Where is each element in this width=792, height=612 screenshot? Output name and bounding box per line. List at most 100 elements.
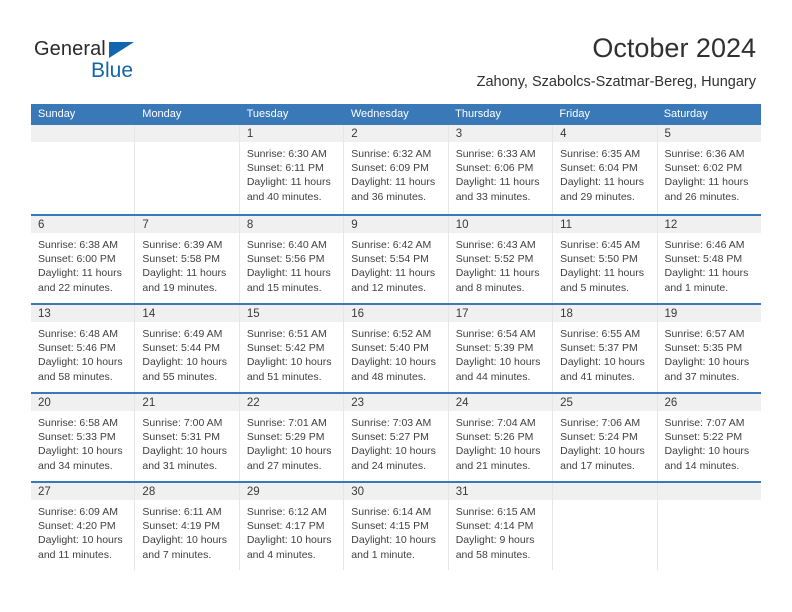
day-cell[interactable]: 14 Sunrise: 6:49 AM Sunset: 5:44 PM Dayligh… <box>135 305 240 392</box>
day-cell[interactable]: 1 Sunrise: 6:30 AM Sunset: 6:11 PM Daylight… <box>239 125 345 214</box>
weekday-header-row: Sunday Monday Tuesday Wednesday Thursday… <box>31 104 761 125</box>
daylight-text: Daylight: 10 hours and 34 minutes. <box>38 445 123 472</box>
day-number: 23 <box>344 394 448 411</box>
daylight-text: Daylight: 10 hours and 31 minutes. <box>142 445 228 472</box>
daylight-text: Daylight: 11 hours and 8 minutes. <box>455 267 540 294</box>
daylight-text: Daylight: 10 hours and 21 minutes. <box>455 445 541 472</box>
weekday-tuesday: Tuesday <box>246 108 289 120</box>
day-cell[interactable]: 19 Sunrise: 6:57 AM Sunset: 5:35 PM Dayligh… <box>657 305 761 392</box>
sunset-text: Sunset: 5:35 PM <box>664 342 743 355</box>
day-cell[interactable]: 31 Sunrise: 6:15 AM Sunset: 4:14 PM Dayligh… <box>448 483 554 570</box>
day-info: Sunrise: 7:00 AM Sunset: 5:31 PM Daylight:… <box>135 411 238 473</box>
daylight-text: Daylight: 10 hours and 41 minutes. <box>560 356 645 383</box>
sunset-text: Sunset: 5:58 PM <box>142 253 221 266</box>
sunset-text: Sunset: 4:20 PM <box>38 520 116 533</box>
day-cell[interactable]: 6 Sunrise: 6:38 AM Sunset: 6:00 PM Daylight… <box>31 216 136 303</box>
day-cell-empty <box>553 483 658 570</box>
sunrise-text: Sunrise: 6:30 AM <box>246 148 327 160</box>
day-cell[interactable]: 26 Sunrise: 7:07 AM Sunset: 5:22 PM Dayligh… <box>657 394 761 481</box>
day-cell[interactable]: 11 Sunrise: 6:45 AM Sunset: 5:50 PM Dayligh… <box>553 216 658 303</box>
sunrise-text: Sunrise: 6:39 AM <box>142 239 223 251</box>
day-number: 2 <box>344 125 448 142</box>
logo-text-blue: Blue <box>91 59 134 82</box>
day-cell[interactable]: 2 Sunrise: 6:32 AM Sunset: 6:09 PM Daylight… <box>344 125 449 214</box>
sunset-text: Sunset: 5:48 PM <box>664 253 743 266</box>
day-cell[interactable]: 8 Sunrise: 6:40 AM Sunset: 5:56 PM Daylight… <box>239 216 345 303</box>
daylight-text: Daylight: 10 hours and 4 minutes. <box>246 534 332 561</box>
day-info: Sunrise: 7:06 AM Sunset: 5:24 PM Daylight:… <box>553 411 656 473</box>
day-cell[interactable]: 13 Sunrise: 6:48 AM Sunset: 5:46 PM Dayligh… <box>31 305 136 392</box>
day-number: 13 <box>31 305 135 322</box>
sunset-text: Sunset: 5:37 PM <box>560 342 638 355</box>
day-cell[interactable]: 29 Sunrise: 6:12 AM Sunset: 4:17 PM Dayligh… <box>239 483 345 570</box>
day-cell[interactable]: 3 Sunrise: 6:33 AM Sunset: 6:06 PM Daylight… <box>448 125 554 214</box>
day-cell[interactable]: 22 Sunrise: 7:01 AM Sunset: 5:29 PM Dayligh… <box>239 394 345 481</box>
sunrise-text: Sunrise: 6:55 AM <box>560 328 641 340</box>
day-info: Sunrise: 6:58 AM Sunset: 5:33 PM Daylight:… <box>31 411 134 473</box>
day-number <box>31 125 135 142</box>
day-number: 6 <box>31 216 135 233</box>
day-info: Sunrise: 6:32 AM Sunset: 6:09 PM Daylight:… <box>344 142 447 204</box>
sunrise-text: Sunrise: 6:58 AM <box>38 417 118 429</box>
daylight-text: Daylight: 10 hours and 24 minutes. <box>351 445 436 472</box>
sunset-text: Sunset: 5:40 PM <box>351 342 429 355</box>
calendar-grid: Sunday Monday Tuesday Wednesday Thursday… <box>31 104 761 570</box>
week-row: 6 Sunrise: 6:38 AM Sunset: 6:00 PM Daylight… <box>31 214 761 303</box>
day-cell[interactable]: 17 Sunrise: 6:54 AM Sunset: 5:39 PM Dayligh… <box>448 305 554 392</box>
day-info: Sunrise: 6:30 AM Sunset: 6:11 PM Daylight:… <box>240 142 343 204</box>
day-cell[interactable]: 21 Sunrise: 7:00 AM Sunset: 5:31 PM Dayligh… <box>135 394 240 481</box>
day-cell[interactable]: 16 Sunrise: 6:52 AM Sunset: 5:40 PM Dayligh… <box>344 305 449 392</box>
day-number: 1 <box>239 125 344 142</box>
sunset-text: Sunset: 5:22 PM <box>664 431 743 444</box>
day-cell[interactable]: 5 Sunrise: 6:36 AM Sunset: 6:02 PM Daylight… <box>657 125 761 214</box>
sunset-text: Sunset: 6:00 PM <box>38 253 116 266</box>
sunrise-text: Sunrise: 6:11 AM <box>142 506 222 518</box>
day-cell[interactable]: 15 Sunrise: 6:51 AM Sunset: 5:42 PM Dayligh… <box>239 305 345 392</box>
day-cell[interactable]: 24 Sunrise: 7:04 AM Sunset: 5:26 PM Dayligh… <box>448 394 554 481</box>
daylight-text: Daylight: 10 hours and 17 minutes. <box>560 445 645 472</box>
day-cell[interactable]: 12 Sunrise: 6:46 AM Sunset: 5:48 PM Dayligh… <box>657 216 761 303</box>
day-cell[interactable]: 28 Sunrise: 6:11 AM Sunset: 4:19 PM Dayligh… <box>135 483 240 570</box>
day-cell[interactable]: 7 Sunrise: 6:39 AM Sunset: 5:58 PM Daylight… <box>135 216 240 303</box>
daylight-text: Daylight: 11 hours and 15 minutes. <box>246 267 331 294</box>
day-cell[interactable]: 27 Sunrise: 6:09 AM Sunset: 4:20 PM Dayligh… <box>31 483 136 570</box>
day-info: Sunrise: 6:51 AM Sunset: 5:42 PM Daylight:… <box>240 322 343 384</box>
weekday-monday: Monday <box>142 108 182 120</box>
day-number: 5 <box>657 125 761 142</box>
sunrise-text: Sunrise: 6:57 AM <box>664 328 745 340</box>
day-info: Sunrise: 6:33 AM Sunset: 6:06 PM Daylight:… <box>449 142 552 204</box>
day-number: 15 <box>239 305 344 322</box>
day-cell[interactable]: 18 Sunrise: 6:55 AM Sunset: 5:37 PM Dayligh… <box>553 305 658 392</box>
day-cell[interactable]: 23 Sunrise: 7:03 AM Sunset: 5:27 PM Dayligh… <box>344 394 449 481</box>
sunset-text: Sunset: 5:42 PM <box>246 342 325 355</box>
logo-text-general: General <box>34 38 106 60</box>
day-cell[interactable]: 10 Sunrise: 6:43 AM Sunset: 5:52 PM Dayligh… <box>448 216 554 303</box>
daylight-text: Daylight: 11 hours and 40 minutes. <box>246 176 331 203</box>
day-cell[interactable]: 30 Sunrise: 6:14 AM Sunset: 4:15 PM Dayligh… <box>344 483 449 570</box>
page-subtitle: Zahony, Szabolcs-Szatmar-Bereg, Hungary <box>476 74 756 90</box>
day-number: 3 <box>448 125 553 142</box>
general-blue-logo[interactable]: General Blue <box>34 38 214 86</box>
daylight-text: Daylight: 11 hours and 19 minutes. <box>142 267 227 294</box>
day-cell[interactable]: 25 Sunrise: 7:06 AM Sunset: 5:24 PM Dayligh… <box>553 394 658 481</box>
sunset-text: Sunset: 5:50 PM <box>560 253 638 266</box>
day-number <box>553 483 657 500</box>
day-cell[interactable]: 4 Sunrise: 6:35 AM Sunset: 6:04 PM Daylight… <box>553 125 658 214</box>
sunrise-text: Sunrise: 6:45 AM <box>560 239 641 251</box>
daylight-text: Daylight: 10 hours and 48 minutes. <box>351 356 436 383</box>
sunrise-text: Sunrise: 7:06 AM <box>560 417 641 429</box>
sunrise-text: Sunrise: 6:14 AM <box>351 506 432 518</box>
day-cell-empty <box>657 483 761 570</box>
sunset-text: Sunset: 4:19 PM <box>142 520 221 533</box>
sunrise-text: Sunrise: 7:01 AM <box>246 417 327 429</box>
day-cell-empty <box>135 125 240 214</box>
sunrise-text: Sunrise: 6:49 AM <box>142 328 223 340</box>
daylight-text: Daylight: 10 hours and 1 minute. <box>351 534 436 561</box>
week-row: 20 Sunrise: 6:58 AM Sunset: 5:33 PM Dayligh… <box>31 392 761 481</box>
daylight-text: Daylight: 11 hours and 12 minutes. <box>351 267 436 294</box>
day-cell[interactable]: 9 Sunrise: 6:42 AM Sunset: 5:54 PM Daylight… <box>344 216 449 303</box>
daylight-text: Daylight: 10 hours and 27 minutes. <box>246 445 332 472</box>
daylight-text: Daylight: 11 hours and 5 minutes. <box>560 267 644 294</box>
daylight-text: Daylight: 11 hours and 1 minute. <box>664 267 749 294</box>
day-cell[interactable]: 20 Sunrise: 6:58 AM Sunset: 5:33 PM Dayligh… <box>31 394 136 481</box>
